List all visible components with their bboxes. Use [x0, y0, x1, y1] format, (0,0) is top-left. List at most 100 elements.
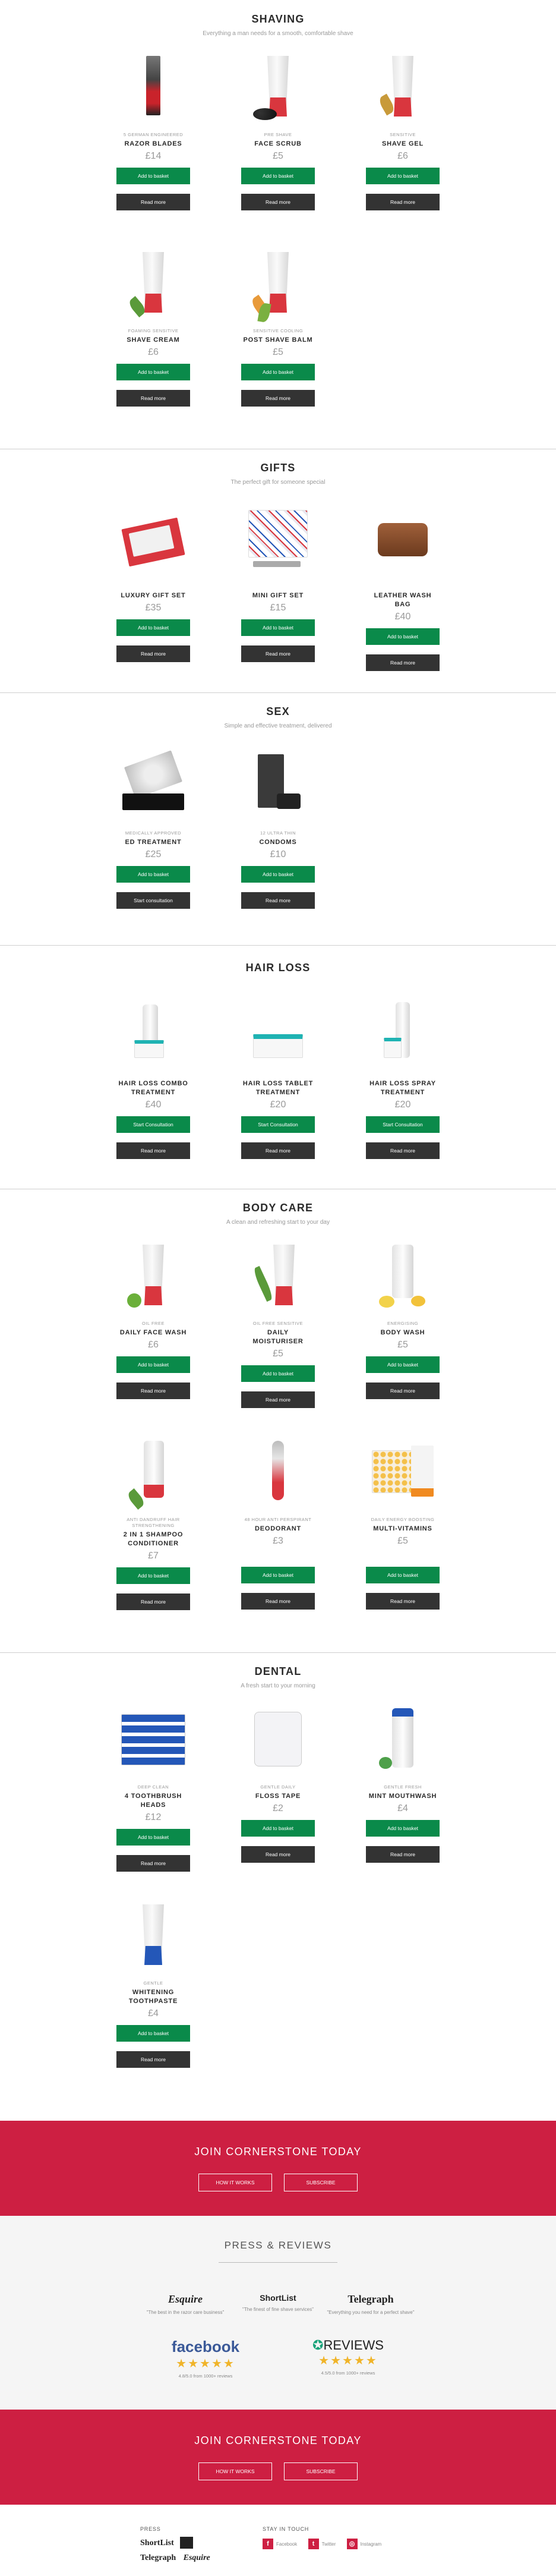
- add-to-basket-button[interactable]: Add to basket: [241, 1365, 315, 1382]
- product-name[interactable]: HAIR LOSS COMBO TREATMENT: [116, 1079, 190, 1097]
- facebook-reviews[interactable]: facebook ★★★★★ 4.8/5.0 from 1000+ review…: [158, 2338, 253, 2379]
- product-name[interactable]: FLOSS TAPE: [241, 1792, 315, 1801]
- shave-cream-image[interactable]: [116, 250, 190, 323]
- body-wash-image[interactable]: [366, 1242, 440, 1316]
- read-more-button[interactable]: Read more: [116, 194, 190, 210]
- add-to-basket-button[interactable]: Add to basket: [116, 2025, 190, 2042]
- add-to-basket-button[interactable]: Add to basket: [241, 866, 315, 883]
- read-more-button[interactable]: Read more: [241, 194, 315, 210]
- how-it-works-button[interactable]: HOW IT WORKS: [198, 2462, 272, 2480]
- product-name[interactable]: MULTI-VITAMINS: [366, 1525, 440, 1533]
- hair-loss-tablet-image[interactable]: [241, 999, 315, 1072]
- read-more-button[interactable]: Read more: [366, 1593, 440, 1610]
- read-more-button[interactable]: Read more: [241, 1142, 315, 1159]
- product-name[interactable]: DEODORANT: [241, 1525, 315, 1533]
- start-consultation-button[interactable]: Start Consultation: [366, 1116, 440, 1133]
- add-to-basket-button[interactable]: Add to basket: [366, 168, 440, 184]
- product-name[interactable]: CONDOMS: [241, 838, 315, 847]
- read-more-button[interactable]: Read more: [366, 194, 440, 210]
- deodorant-image[interactable]: [241, 1438, 315, 1512]
- add-to-basket-button[interactable]: Add to basket: [366, 1820, 440, 1837]
- shortlist-logo[interactable]: ShortList: [140, 2539, 174, 2548]
- luxury-gift-set-image[interactable]: [116, 505, 190, 579]
- product-name[interactable]: BODY WASH: [366, 1328, 440, 1337]
- start-consultation-button[interactable]: Start Consultation: [241, 1116, 315, 1133]
- razor-blades-image[interactable]: [116, 53, 190, 127]
- product-name[interactable]: MINT MOUTHWASH: [366, 1792, 440, 1801]
- subscribe-button[interactable]: SUBSCRIBE: [284, 2462, 358, 2480]
- add-to-basket-button[interactable]: Add to basket: [116, 1829, 190, 1846]
- floss-tape-image[interactable]: [241, 1706, 315, 1780]
- read-more-button[interactable]: Read more: [116, 390, 190, 407]
- hair-loss-spray-image[interactable]: [366, 999, 440, 1072]
- instagram-link[interactable]: ◎ Instagram: [346, 2539, 381, 2549]
- read-more-button[interactable]: Read more: [241, 1593, 315, 1610]
- add-to-basket-button[interactable]: Add to basket: [241, 1567, 315, 1583]
- post-shave-balm-image[interactable]: [241, 250, 315, 323]
- add-to-basket-button[interactable]: Add to basket: [241, 168, 315, 184]
- read-more-button[interactable]: Read more: [366, 654, 440, 671]
- mint-mouthwash-image[interactable]: [366, 1706, 440, 1780]
- read-more-button[interactable]: Read more: [116, 645, 190, 662]
- twitter-link[interactable]: t Twitter: [308, 2539, 336, 2549]
- product-name[interactable]: 4 TOOTHBRUSH HEADS: [116, 1792, 190, 1810]
- read-more-button[interactable]: Read more: [116, 1594, 190, 1610]
- facebook-link[interactable]: f Facebook: [263, 2539, 297, 2549]
- read-more-button[interactable]: Read more: [366, 1846, 440, 1863]
- add-to-basket-button[interactable]: Add to basket: [241, 1820, 315, 1837]
- read-more-button[interactable]: Read more: [241, 645, 315, 662]
- product-name[interactable]: DAILY MOISTURISER: [241, 1328, 315, 1346]
- product-name[interactable]: SHAVE GEL: [366, 140, 440, 149]
- read-more-button[interactable]: Read more: [366, 1383, 440, 1399]
- product-name[interactable]: POST SHAVE BALM: [241, 336, 315, 345]
- read-more-button[interactable]: Read more: [116, 1142, 190, 1159]
- shave-gel-image[interactable]: [366, 53, 440, 127]
- read-more-button[interactable]: Read more: [116, 1855, 190, 1872]
- esquire-logo[interactable]: Esquire: [184, 2553, 210, 2563]
- product-name[interactable]: LUXURY GIFT SET: [116, 591, 190, 600]
- read-more-button[interactable]: Read more: [241, 1846, 315, 1863]
- add-to-basket-button[interactable]: Add to basket: [366, 1567, 440, 1583]
- add-to-basket-button[interactable]: Add to basket: [116, 1567, 190, 1584]
- start-consultation-button[interactable]: Start consultation: [116, 892, 190, 909]
- add-to-basket-button[interactable]: Add to basket: [116, 1356, 190, 1373]
- add-to-basket-button[interactable]: Add to basket: [241, 619, 315, 636]
- product-name[interactable]: HAIR LOSS TABLET TREATMENT: [241, 1079, 315, 1097]
- read-more-button[interactable]: Read more: [116, 1383, 190, 1399]
- product-name[interactable]: ED TREATMENT: [116, 838, 190, 847]
- product-name[interactable]: DAILY FACE WASH: [116, 1328, 190, 1337]
- read-more-button[interactable]: Read more: [241, 892, 315, 909]
- add-to-basket-button[interactable]: Add to basket: [241, 364, 315, 380]
- add-to-basket-button[interactable]: Add to basket: [116, 866, 190, 883]
- product-name[interactable]: LEATHER WASH BAG: [366, 591, 440, 609]
- daily-moisturiser-image[interactable]: [241, 1242, 315, 1316]
- read-more-button[interactable]: Read more: [366, 1142, 440, 1159]
- add-to-basket-button[interactable]: Add to basket: [116, 168, 190, 184]
- shampoo-conditioner-image[interactable]: [116, 1438, 190, 1512]
- product-name[interactable]: 2 IN 1 SHAMPOO CONDITIONER: [116, 1531, 190, 1548]
- mini-gift-set-image[interactable]: [241, 505, 315, 579]
- leather-wash-bag-image[interactable]: [366, 505, 440, 579]
- add-to-basket-button[interactable]: Add to basket: [116, 619, 190, 636]
- product-name[interactable]: HAIR LOSS SPRAY TREATMENT: [366, 1079, 440, 1097]
- add-to-basket-button[interactable]: Add to basket: [116, 364, 190, 380]
- telegraph-logo[interactable]: Telegraph: [140, 2553, 176, 2563]
- how-it-works-button[interactable]: HOW IT WORKS: [198, 2174, 272, 2191]
- daily-face-wash-image[interactable]: [116, 1242, 190, 1316]
- product-name[interactable]: WHITENING TOOTHPASTE: [116, 1988, 190, 2006]
- add-to-basket-button[interactable]: Add to basket: [366, 628, 440, 645]
- start-consultation-button[interactable]: Start Consultation: [116, 1116, 190, 1133]
- product-name[interactable]: MINI GIFT SET: [241, 591, 315, 600]
- ed-treatment-image[interactable]: [116, 750, 190, 826]
- product-name[interactable]: SHAVE CREAM: [116, 336, 190, 345]
- read-more-button[interactable]: Read more: [116, 2051, 190, 2068]
- whitening-toothpaste-image[interactable]: [116, 1902, 190, 1976]
- read-more-button[interactable]: Read more: [241, 1391, 315, 1408]
- mens-health-logo[interactable]: [180, 2537, 194, 2549]
- face-scrub-image[interactable]: [241, 53, 315, 127]
- add-to-basket-button[interactable]: Add to basket: [366, 1356, 440, 1373]
- hair-loss-combo-image[interactable]: [116, 999, 190, 1072]
- read-more-button[interactable]: Read more: [241, 390, 315, 407]
- toothbrush-heads-image[interactable]: [116, 1706, 190, 1780]
- multi-vitamins-image[interactable]: [366, 1438, 440, 1512]
